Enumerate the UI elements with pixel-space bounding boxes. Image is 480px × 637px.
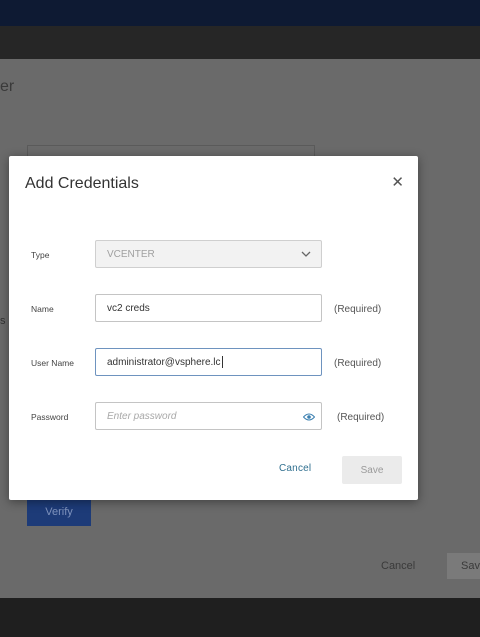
chevron-down-icon <box>301 251 311 257</box>
background-label: s <box>0 315 6 327</box>
password-required-note: (Required) <box>337 412 385 423</box>
username-label: User Name <box>31 358 74 368</box>
top-navigation-bar <box>0 0 480 26</box>
type-select-value: VCENTER <box>107 248 155 260</box>
background-cancel-button: Cancel <box>381 560 416 572</box>
name-input[interactable]: vc2 creds <box>95 294 322 322</box>
username-input-value: administrator@vsphere.lc <box>107 356 221 368</box>
password-placeholder: Enter password <box>107 410 177 422</box>
text-cursor <box>221 356 223 368</box>
username-input[interactable]: administrator@vsphere.lc <box>95 348 322 376</box>
save-button[interactable]: Save <box>342 456 402 484</box>
name-label: Name <box>31 304 54 314</box>
background-save-button: Sav <box>447 553 480 579</box>
add-credentials-dialog: Add Credentials ✕ Type VCENTER Name vc2 … <box>9 156 418 500</box>
cancel-button[interactable]: Cancel <box>279 463 311 474</box>
type-label: Type <box>31 250 50 260</box>
secondary-bar <box>0 26 480 59</box>
password-input[interactable]: Enter password <box>95 402 322 430</box>
password-label: Password <box>31 412 69 422</box>
dialog-title: Add Credentials <box>25 175 139 192</box>
bottom-bar <box>0 598 480 637</box>
username-required-note: (Required) <box>334 358 382 369</box>
type-select[interactable]: VCENTER <box>95 240 322 268</box>
name-input-value: vc2 creds <box>107 302 150 314</box>
eye-icon[interactable] <box>303 412 315 422</box>
name-required-note: (Required) <box>334 304 382 315</box>
background-page-title: er <box>0 78 15 95</box>
close-icon[interactable]: ✕ <box>391 175 404 191</box>
verify-button: Verify <box>27 497 91 526</box>
